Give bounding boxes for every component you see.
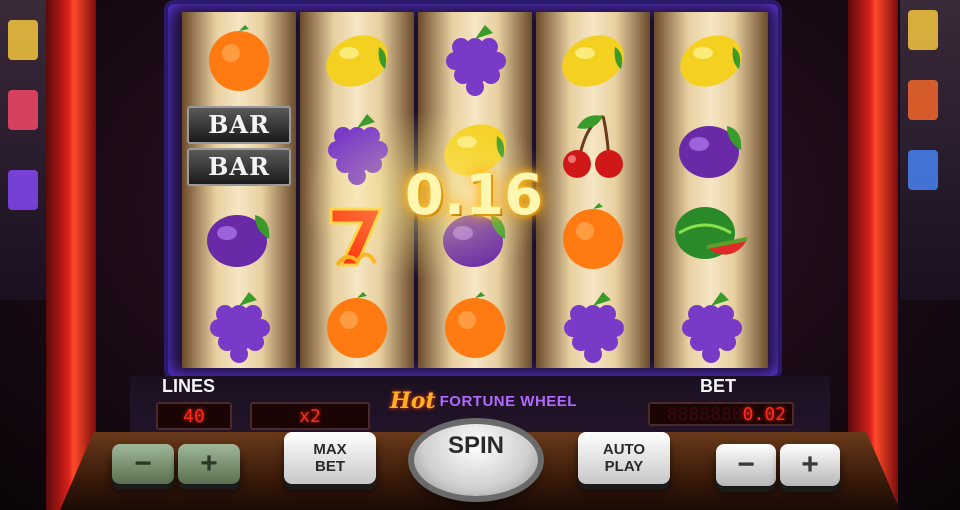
bet-minus-button[interactable]: − xyxy=(716,444,776,486)
lamp-icon xyxy=(908,80,938,120)
bet-label: BET xyxy=(700,376,736,396)
lamp-icon xyxy=(908,10,938,50)
lamp-icon xyxy=(8,90,38,130)
grapes-symbol-icon xyxy=(435,17,515,97)
grapes-symbol-icon xyxy=(199,284,279,364)
cherries-symbol-icon xyxy=(553,106,633,186)
watermelon-symbol-icon xyxy=(671,195,751,275)
reel-1: BAR BAR xyxy=(182,12,296,368)
bar-text: BAR xyxy=(208,110,270,139)
grapes-symbol-icon xyxy=(553,284,633,364)
lamp-icon xyxy=(8,170,38,210)
lamp-icon xyxy=(908,150,938,190)
left-neighbor-machine xyxy=(0,0,48,300)
lines-plus-button[interactable]: + xyxy=(178,444,240,484)
multiplier-display: x2 xyxy=(250,402,370,430)
orange-symbol-icon xyxy=(317,284,397,364)
lines-minus-button[interactable]: − xyxy=(112,444,174,484)
lamp-icon xyxy=(8,20,38,60)
reel-5 xyxy=(654,12,768,368)
bet-plus-button[interactable]: + xyxy=(780,444,840,486)
lemon-symbol-icon xyxy=(317,17,397,97)
orange-symbol-icon xyxy=(199,17,279,97)
lines-label: LINES xyxy=(162,376,216,396)
right-neighbor-machine xyxy=(900,0,960,300)
max-bet-button[interactable]: MAX BET xyxy=(284,432,376,484)
grapes-symbol-icon xyxy=(671,284,751,364)
cabinet-pillar-left xyxy=(46,0,96,510)
auto-play-button[interactable]: AUTO PLAY xyxy=(578,432,670,484)
bar-plate: BAR xyxy=(187,105,291,144)
lemon-symbol-icon xyxy=(671,17,751,97)
lemon-symbol-icon xyxy=(553,17,633,97)
bet-display: 8888888 0.02 xyxy=(648,402,794,426)
logo-hot-text: Hot xyxy=(390,388,436,414)
bet-display-dim-digits: 8888888 xyxy=(666,403,743,425)
seven-symbol-icon xyxy=(317,195,397,275)
game-logo: Hot FORTUNE WHEEL xyxy=(390,388,577,414)
logo-name-text: FORTUNE WHEEL xyxy=(439,392,577,410)
win-amount: 0.16 xyxy=(404,162,544,228)
lines-display: 40 xyxy=(156,402,232,430)
bar-plate: BAR xyxy=(187,147,291,186)
bar-symbol-icon: BAR BAR xyxy=(187,105,291,186)
spin-button[interactable]: SPIN xyxy=(414,424,538,496)
orange-symbol-icon xyxy=(435,284,515,364)
grapes-symbol-icon xyxy=(317,106,397,186)
orange-symbol-icon xyxy=(553,195,633,275)
bar-text: BAR xyxy=(208,152,270,181)
bet-display-value: 0.02 xyxy=(742,403,786,425)
plum-symbol-icon xyxy=(671,106,751,186)
plum-symbol-icon xyxy=(199,195,279,275)
